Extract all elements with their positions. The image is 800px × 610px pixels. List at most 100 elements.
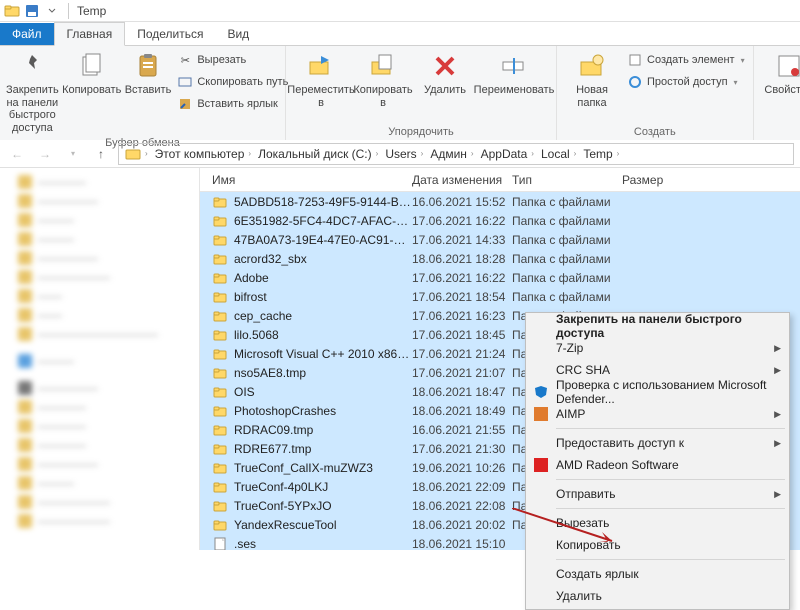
- amd-icon: [532, 456, 550, 474]
- divider: [68, 3, 69, 19]
- shield-icon: [532, 383, 550, 401]
- back-button[interactable]: ←: [6, 143, 28, 165]
- col-date[interactable]: Дата изменения: [412, 173, 512, 187]
- chevron-right-icon: ▶: [774, 365, 781, 376]
- new-folder-button[interactable]: Новая папка: [563, 50, 621, 109]
- tab-share[interactable]: Поделиться: [125, 23, 215, 45]
- paste-icon: [132, 50, 164, 82]
- copy-icon: [76, 50, 108, 82]
- file-name: TrueConf-4p0LKJ: [234, 480, 412, 494]
- ctx-grant-access[interactable]: Предоставить доступ к▶: [528, 432, 787, 454]
- properties-icon: [773, 50, 800, 82]
- crumb-5: Local›: [539, 147, 580, 161]
- separator: [556, 559, 785, 560]
- group-open-label: Открыть: [760, 124, 800, 138]
- forward-button[interactable]: →: [34, 143, 56, 165]
- file-date: 17.06.2021 14:33: [412, 233, 512, 247]
- delete-button[interactable]: Удалить: [416, 50, 474, 97]
- crumb-0: Этот компьютер›: [153, 147, 255, 161]
- folder-icon: [212, 270, 228, 286]
- file-date: 18.06.2021 18:28: [412, 252, 512, 266]
- paste-shortcut-button[interactable]: Вставить ярлык: [175, 94, 290, 114]
- file-header[interactable]: Имя Дата изменения Тип Размер: [200, 168, 800, 192]
- ctx-copy[interactable]: Копировать: [528, 534, 787, 556]
- ctx-cut[interactable]: Вырезать: [528, 512, 787, 534]
- up-button[interactable]: ↑: [90, 143, 112, 165]
- rename-button[interactable]: Переименовать: [478, 50, 550, 97]
- col-type[interactable]: Тип: [512, 173, 622, 187]
- nav-sidebar[interactable]: ———— ————— ——— ——— ————— —————— —— —— ——…: [0, 168, 200, 550]
- folder-icon: [212, 308, 228, 324]
- folder-icon: [212, 422, 228, 438]
- file-name: OIS: [234, 385, 412, 399]
- file-name: YandexRescueTool: [234, 518, 412, 532]
- properties-button[interactable]: Свойства: [760, 50, 800, 97]
- ctx-delete[interactable]: Удалить: [528, 585, 787, 607]
- table-row[interactable]: 47BA0A73-19E4-47E0-AC91-ECD5D33E67...17.…: [200, 230, 800, 249]
- folder-icon: [4, 3, 20, 19]
- window-title: Temp: [77, 4, 106, 18]
- group-new: Новая папка Создать элемент▾ Простой дос…: [557, 46, 754, 140]
- ctx-create-shortcut[interactable]: Создать ярлык: [528, 563, 787, 585]
- crumb-6: Temp›: [581, 147, 623, 161]
- group-organize-label: Упорядочить: [292, 124, 550, 138]
- ctx-aimp[interactable]: AIMP▶: [528, 403, 787, 425]
- copy-path-button[interactable]: Скопировать путь: [175, 72, 290, 92]
- col-name[interactable]: Имя: [212, 173, 412, 187]
- recent-button[interactable]: ▾: [62, 143, 84, 165]
- separator: [556, 428, 785, 429]
- tab-file[interactable]: Файл: [0, 23, 54, 45]
- ctx-send-to[interactable]: Отправить▶: [528, 483, 787, 505]
- move-to-button[interactable]: Переместить в: [292, 50, 350, 109]
- save-icon[interactable]: [24, 3, 40, 19]
- folder-icon: [212, 327, 228, 343]
- folder-icon: [125, 146, 141, 162]
- ctx-7zip[interactable]: 7-Zip▶: [528, 337, 787, 359]
- file-name: acrord32_sbx: [234, 252, 412, 266]
- file-date: 17.06.2021 16:22: [412, 214, 512, 228]
- paste-button[interactable]: Вставить: [125, 50, 172, 97]
- file-name: 5ADBD518-7253-49F5-9144-BCA62137D578: [234, 195, 412, 209]
- ctx-defender[interactable]: Проверка с использованием Microsoft Defe…: [528, 381, 787, 403]
- table-row[interactable]: Adobe17.06.2021 16:22Папка с файлами: [200, 268, 800, 287]
- folder-icon: [212, 232, 228, 248]
- file-name: 47BA0A73-19E4-47E0-AC91-ECD5D33E67...: [234, 233, 412, 247]
- ctx-pin[interactable]: Закрепить на панели быстрого доступа: [528, 315, 787, 337]
- rename-icon: [498, 50, 530, 82]
- folder-icon: [212, 346, 228, 362]
- new-item-button[interactable]: Создать элемент▾: [625, 50, 747, 70]
- file-date: 17.06.2021 18:45: [412, 328, 512, 342]
- crumb-2: Users›: [383, 147, 427, 161]
- table-row[interactable]: 5ADBD518-7253-49F5-9144-BCA62137D57816.0…: [200, 192, 800, 211]
- cut-button[interactable]: ✂Вырезать: [175, 50, 290, 70]
- tab-view[interactable]: Вид: [215, 23, 261, 45]
- folder-icon: [212, 498, 228, 514]
- separator: [556, 508, 785, 509]
- folder-icon: [212, 517, 228, 533]
- copy-to-button[interactable]: Копировать в: [354, 50, 412, 109]
- pin-button[interactable]: Закрепить на панели быстрого доступа: [6, 50, 59, 135]
- easy-access-button[interactable]: Простой доступ▾: [625, 72, 747, 92]
- ribbon-tabs: Файл Главная Поделиться Вид: [0, 22, 800, 46]
- pin-label: Закрепить на панели быстрого доступа: [6, 84, 59, 135]
- table-row[interactable]: bifrost17.06.2021 18:54Папка с файлами: [200, 287, 800, 306]
- new-folder-icon: [576, 50, 608, 82]
- chevron-right-icon: ▶: [774, 489, 781, 500]
- address-bar: ← → ▾ ↑ › Этот компьютер› Локальный диск…: [0, 140, 800, 168]
- file-date: 17.06.2021 21:30: [412, 442, 512, 456]
- table-row[interactable]: acrord32_sbx18.06.2021 18:28Папка с файл…: [200, 249, 800, 268]
- folder-icon: [212, 289, 228, 305]
- breadcrumb[interactable]: › Этот компьютер› Локальный диск (C:)› U…: [118, 143, 794, 165]
- crumb-4: AppData›: [479, 147, 538, 161]
- folder-icon: [212, 403, 228, 419]
- file-type: Папка с файлами: [512, 290, 622, 304]
- file-name: TrueConf_CalIX-muZWZ3: [234, 461, 412, 475]
- ctx-amd[interactable]: AMD Radeon Software: [528, 454, 787, 476]
- context-menu: Закрепить на панели быстрого доступа 7-Z…: [525, 312, 790, 610]
- tab-home[interactable]: Главная: [54, 22, 126, 46]
- table-row[interactable]: 6E351982-5FC4-4DC7-AFAC-C0208469E2...17.…: [200, 211, 800, 230]
- chevron-down-icon[interactable]: [44, 3, 60, 19]
- file-name: Adobe: [234, 271, 412, 285]
- copy-button[interactable]: Копировать: [63, 50, 121, 97]
- col-size[interactable]: Размер: [622, 173, 800, 187]
